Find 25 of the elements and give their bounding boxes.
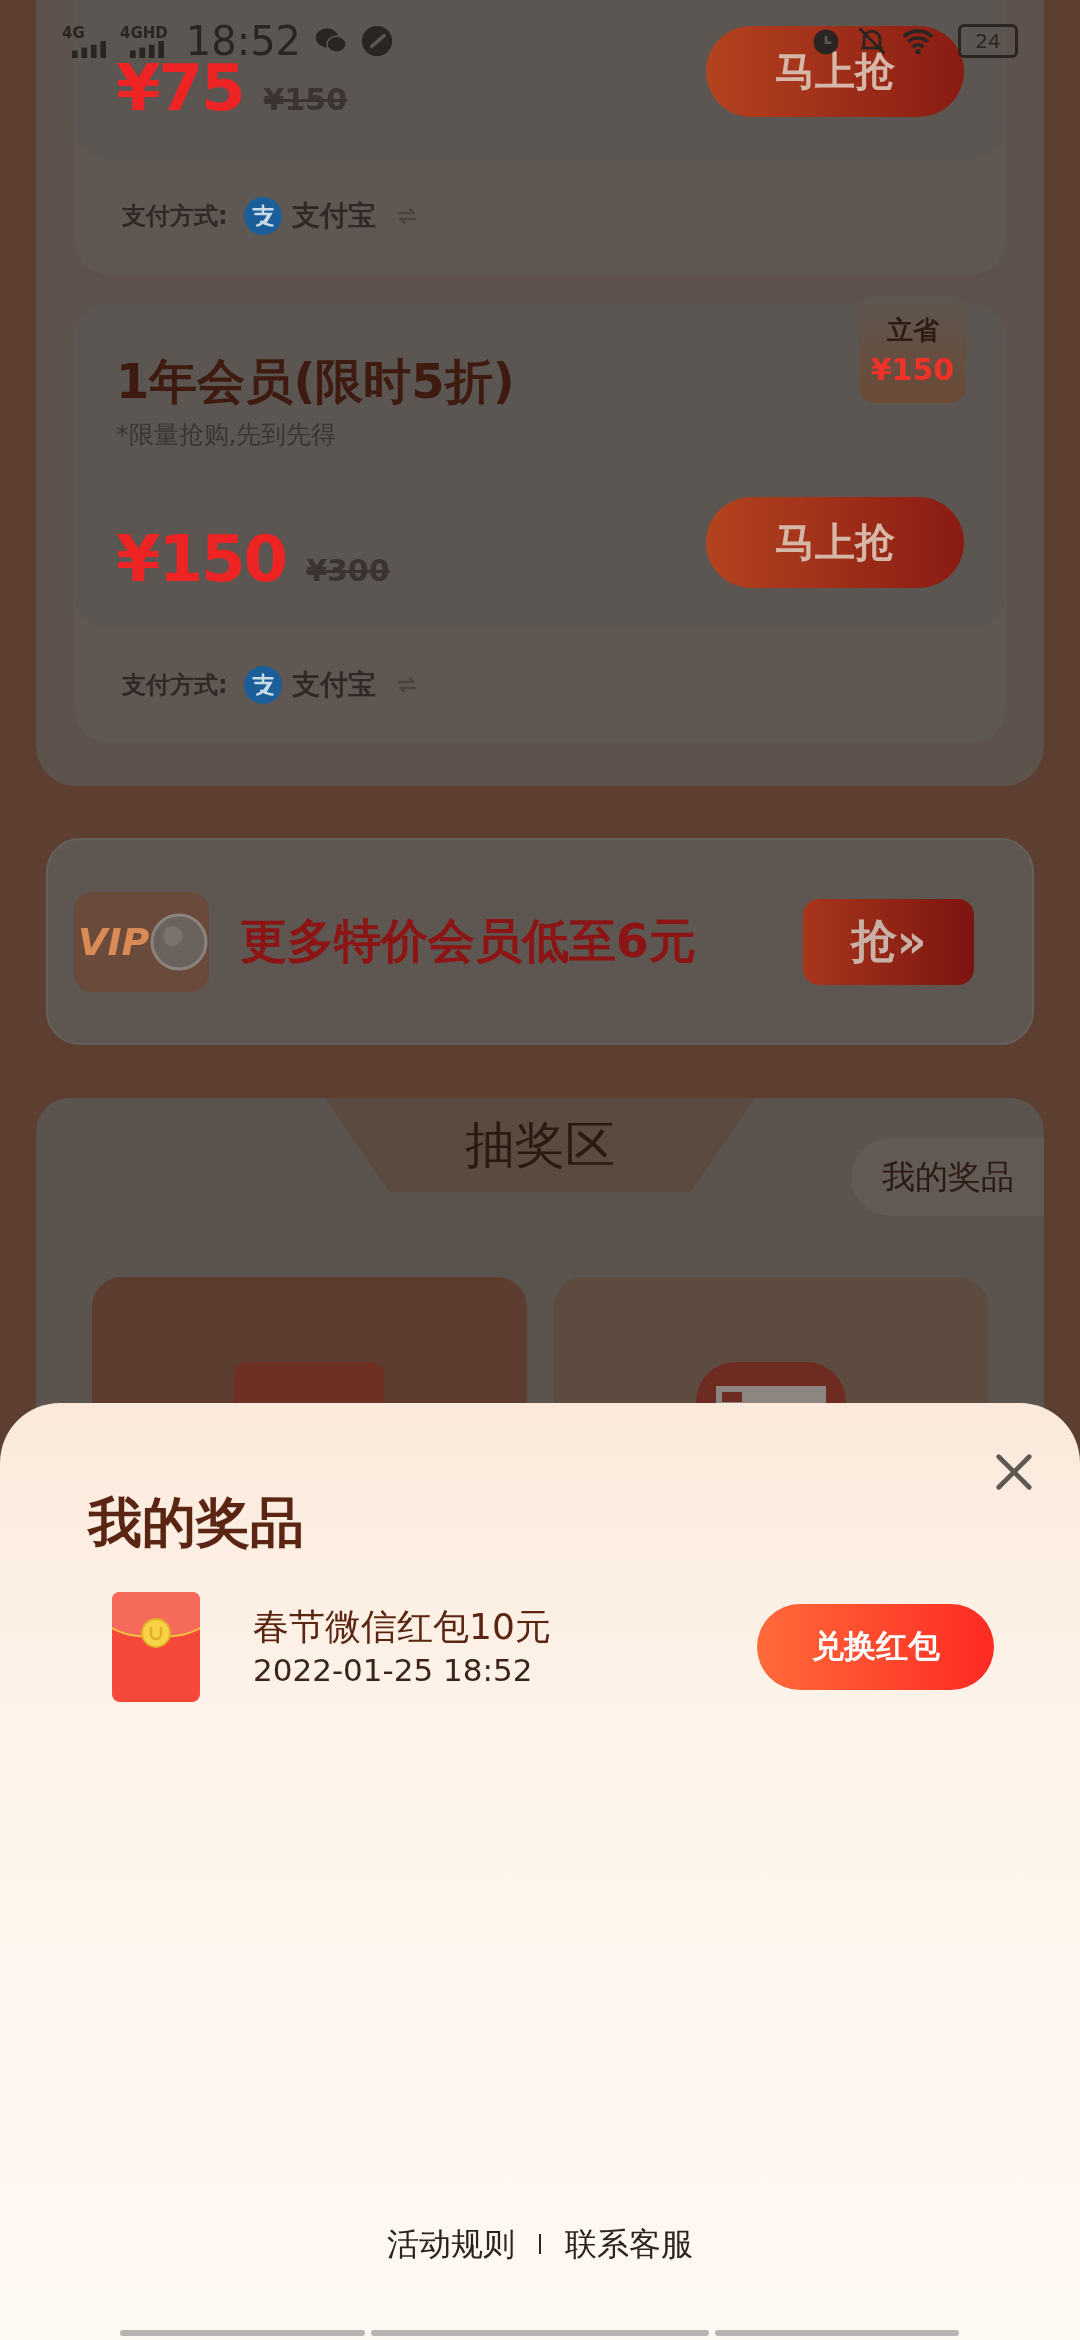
promo-banner[interactable]: VIP 更多特价会员低至6元 抢» xyxy=(46,838,1034,1045)
signal-icon xyxy=(130,40,164,58)
price: ¥75 xyxy=(116,62,244,114)
prize-name: 春节微信红包10元 xyxy=(253,1605,552,1649)
footer-link[interactable]: 活动规则 xyxy=(387,2221,515,2267)
badge-amount: ¥150 xyxy=(870,351,955,387)
prize-time: 2022-01-25 18:52 xyxy=(253,1651,534,1690)
footer-link[interactable]: 联系客服 xyxy=(565,2221,693,2267)
price: ¥150 xyxy=(116,533,287,585)
buy-button[interactable]: 马上抢 xyxy=(706,497,964,588)
gauge-icon xyxy=(361,25,394,57)
banner-text: 更多特价会员低至6元 xyxy=(240,912,697,970)
redeem-button[interactable]: 兑换红包 xyxy=(757,1604,994,1690)
my-prizes-tab[interactable]: 我的奖品 xyxy=(851,1138,1044,1216)
offer-title: 1年会员(限时5折) xyxy=(116,353,515,409)
lens-icon xyxy=(149,911,209,972)
payment-logo-icon xyxy=(243,666,282,704)
buy-button[interactable]: 马上抢 xyxy=(706,26,964,117)
badge-label: 立省 xyxy=(886,313,939,347)
vip-logo-text: VIP xyxy=(77,919,150,964)
payment-logo-icon xyxy=(243,197,282,235)
sheet-title: 我的奖品 xyxy=(88,1493,305,1553)
close-icon xyxy=(995,1453,1033,1491)
grab-button[interactable]: 抢» xyxy=(803,898,974,985)
signal-icon xyxy=(72,40,106,58)
